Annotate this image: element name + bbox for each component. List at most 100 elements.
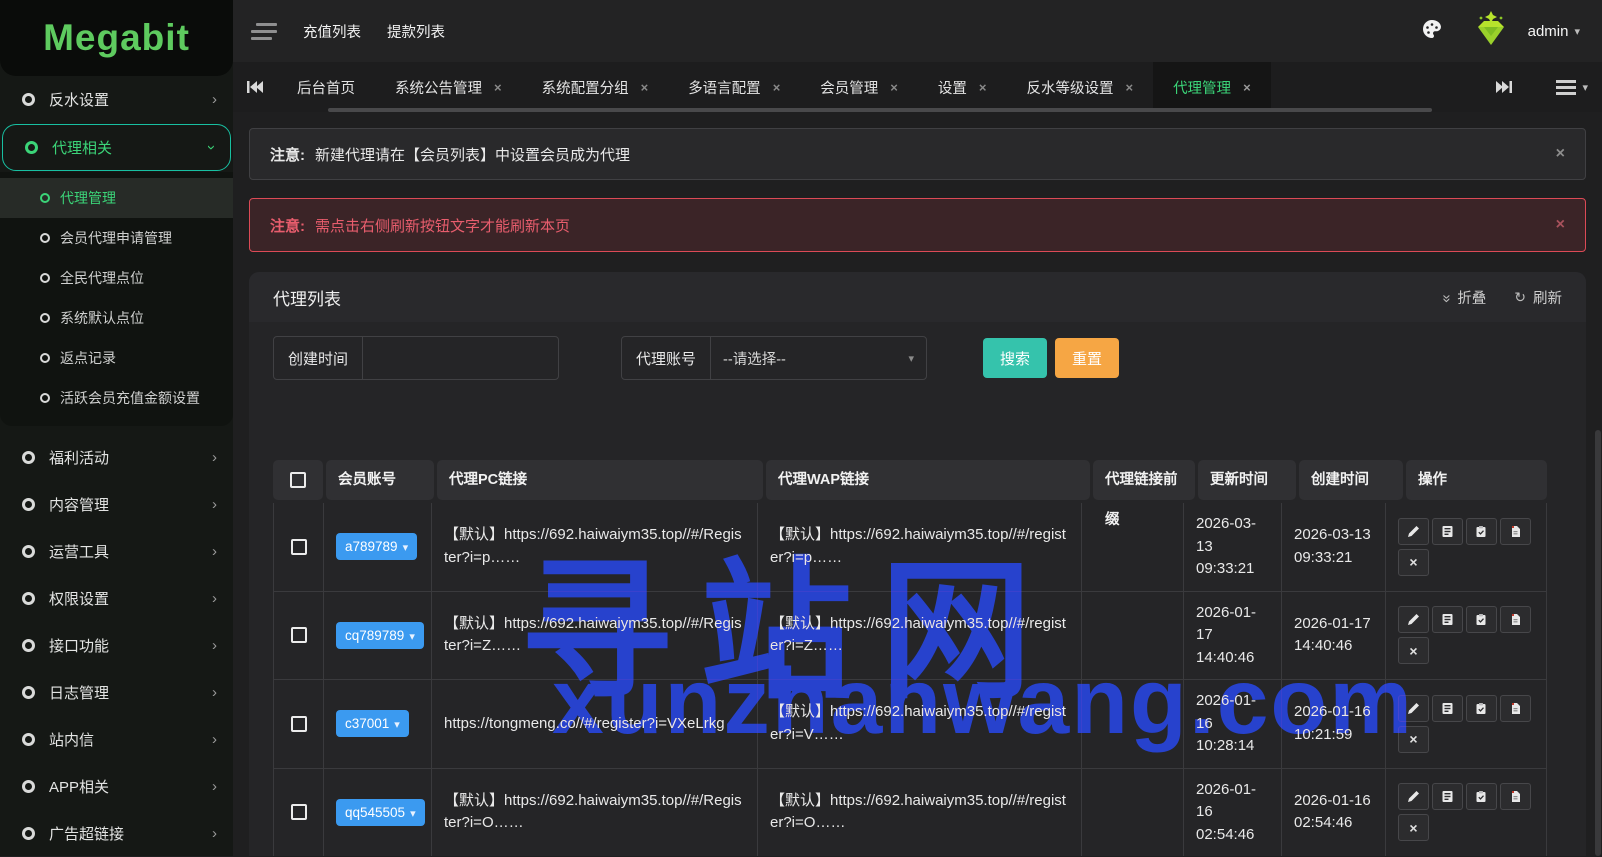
circle-icon <box>22 780 35 793</box>
close-icon[interactable]: × <box>979 80 987 95</box>
sidebar-subitem-all-agent-points[interactable]: 全民代理点位 <box>0 258 233 298</box>
wap-link: 【默认】https://692.haiwaiym35.top//#/regist… <box>770 613 1069 658</box>
sidebar-item-site-mail[interactable]: 站内信 › <box>0 716 233 763</box>
tab-agent-manage[interactable]: 代理管理 × <box>1153 62 1271 112</box>
notice-info: 注意: 新建代理请在【会员列表】中设置会员成为代理 × <box>249 128 1586 180</box>
chevron-right-icon: › <box>212 91 217 108</box>
report-file-button[interactable] <box>1500 518 1531 545</box>
edit-button[interactable] <box>1398 695 1429 722</box>
sidebar-subitem-member-agent-apply[interactable]: 会员代理申请管理 <box>0 218 233 258</box>
detail-button[interactable] <box>1432 783 1463 810</box>
edit-button[interactable] <box>1398 783 1429 810</box>
account-dropdown-button[interactable]: cq789789▾ <box>336 622 424 649</box>
search-button[interactable]: 搜索 <box>983 338 1047 378</box>
account-dropdown-button[interactable]: qq545505▾ <box>336 799 425 826</box>
detail-button[interactable] <box>1432 695 1463 722</box>
close-icon[interactable]: × <box>1556 145 1565 163</box>
refresh-button[interactable]: ↻ 刷新 <box>1514 287 1562 308</box>
sidebar-subitem-active-member-recharge[interactable]: 活跃会员充值金额设置 <box>0 378 233 418</box>
close-icon[interactable]: × <box>1556 216 1565 234</box>
tab-multilanguage-config[interactable]: 多语言配置 × <box>668 62 800 112</box>
select-all-checkbox[interactable] <box>290 472 306 488</box>
sidebar-item-logs[interactable]: 日志管理 › <box>0 669 233 716</box>
clipboard-check-button[interactable] <box>1466 606 1497 633</box>
topbar: 充值列表 提款列表 admin ▾ <box>233 0 1602 62</box>
tab-rebate-level-settings[interactable]: 反水等级设置 × <box>1006 62 1153 112</box>
tabs-scroll-right-icon[interactable] <box>1482 80 1526 94</box>
sidebar-item-app-related[interactable]: APP相关 › <box>0 763 233 810</box>
logo[interactable]: Megabit <box>0 0 233 76</box>
tab-settings[interactable]: 设置 × <box>918 62 1007 112</box>
detail-button[interactable] <box>1432 606 1463 633</box>
tab-system-config-group[interactable]: 系统配置分组 × <box>522 62 669 112</box>
page-scrollbar[interactable] <box>1595 430 1601 856</box>
sidebar-item-rebate-settings[interactable]: 反水设置 › <box>0 76 233 123</box>
circle-icon <box>22 592 35 605</box>
report-file-button[interactable] <box>1500 695 1531 722</box>
reset-button[interactable]: 重置 <box>1055 338 1119 378</box>
close-icon[interactable]: × <box>890 80 898 95</box>
clipboard-check-button[interactable] <box>1466 695 1497 722</box>
notice-prefix: 注意: <box>270 215 305 236</box>
topbar-link-withdraw-list[interactable]: 提款列表 <box>387 21 445 42</box>
edit-button[interactable] <box>1398 518 1429 545</box>
tabs-scroll-left-icon[interactable] <box>233 62 277 112</box>
updated-time: 2026-01-1714:40:46 <box>1196 602 1269 670</box>
agent-account-label: 代理账号 <box>622 337 711 379</box>
circle-icon <box>22 733 35 746</box>
row-checkbox[interactable] <box>291 627 307 643</box>
delete-button[interactable]: × <box>1398 549 1429 576</box>
report-file-button[interactable] <box>1500 783 1531 810</box>
clipboard-check-button[interactable] <box>1466 518 1497 545</box>
notice-danger: 注意: 需点击右侧刷新按钮文字才能刷新本页 × <box>249 198 1586 252</box>
link-prefix <box>1082 680 1184 768</box>
gem-icon[interactable] <box>1470 9 1512 54</box>
row-checkbox[interactable] <box>291 716 307 732</box>
close-icon[interactable]: × <box>494 80 502 95</box>
edit-button[interactable] <box>1398 606 1429 633</box>
delete-button[interactable]: × <box>1398 814 1429 841</box>
account-dropdown-button[interactable]: a789789▾ <box>336 533 417 560</box>
delete-button[interactable]: × <box>1398 637 1429 664</box>
sidebar-subitem-rebate-records[interactable]: 返点记录 <box>0 338 233 378</box>
tab-system-announcement[interactable]: 系统公告管理 × <box>375 62 522 112</box>
col-agent-link-prefix: 代理链接前缀 <box>1093 460 1195 500</box>
sidebar-item-permissions[interactable]: 权限设置 › <box>0 575 233 622</box>
chevron-right-icon: › <box>212 496 217 513</box>
sidebar-item-ad-hyperlink[interactable]: 广告超链接 › <box>0 810 233 857</box>
user-menu[interactable]: admin <box>1528 23 1569 40</box>
detail-button[interactable] <box>1432 518 1463 545</box>
delete-button[interactable]: × <box>1398 726 1429 753</box>
collapse-button[interactable]: » 折叠 <box>1444 287 1486 308</box>
close-icon[interactable]: × <box>773 80 781 95</box>
sidebar-toggle-icon[interactable] <box>251 19 277 44</box>
circle-icon <box>40 393 50 403</box>
filter-bar: 创建时间 代理账号 --请选择-- ▾ 搜索 重置 <box>249 322 1586 380</box>
sidebar-subitem-agent-manage[interactable]: 代理管理 <box>0 178 233 218</box>
sidebar-item-welfare[interactable]: 福利活动 › <box>0 434 233 481</box>
close-icon[interactable]: × <box>1243 80 1251 95</box>
created-time: 2026-01-1714:40:46 <box>1294 613 1371 658</box>
sidebar-item-content[interactable]: 内容管理 › <box>0 481 233 528</box>
account-dropdown-button[interactable]: c37001▾ <box>336 710 409 737</box>
tab-home[interactable]: 后台首页 <box>277 62 375 112</box>
sidebar-subitem-system-default-points[interactable]: 系统默认点位 <box>0 298 233 338</box>
report-file-button[interactable] <box>1500 606 1531 633</box>
close-icon[interactable]: × <box>1125 80 1133 95</box>
row-checkbox[interactable] <box>291 539 307 555</box>
row-checkbox[interactable] <box>291 804 307 820</box>
sidebar-item-operation-tools[interactable]: 运营工具 › <box>0 528 233 575</box>
sidebar-item-api-functions[interactable]: 接口功能 › <box>0 622 233 669</box>
sidebar-item-agent-related[interactable]: 代理相关 › <box>2 124 231 171</box>
tabs-menu-icon[interactable]: ▾ <box>1556 77 1588 98</box>
created-time: 2026-01-1610:21:59 <box>1294 701 1371 746</box>
created-time-input[interactable] <box>363 337 558 379</box>
clipboard-check-button[interactable] <box>1466 783 1497 810</box>
close-icon[interactable]: × <box>641 80 649 95</box>
theme-palette-icon[interactable] <box>1420 17 1444 46</box>
topbar-link-recharge-list[interactable]: 充值列表 <box>303 21 361 42</box>
tab-member-manage[interactable]: 会员管理 × <box>800 62 918 112</box>
sidebar: Megabit 反水设置 › 代理相关 › 代理管理 会员代理申请管理 全民代理… <box>0 0 233 856</box>
agent-account-select[interactable]: --请选择-- ▾ <box>711 337 926 379</box>
sidebar-submenu-agent: 代理管理 会员代理申请管理 全民代理点位 系统默认点位 返点记录 活跃会员充值金… <box>0 172 233 426</box>
